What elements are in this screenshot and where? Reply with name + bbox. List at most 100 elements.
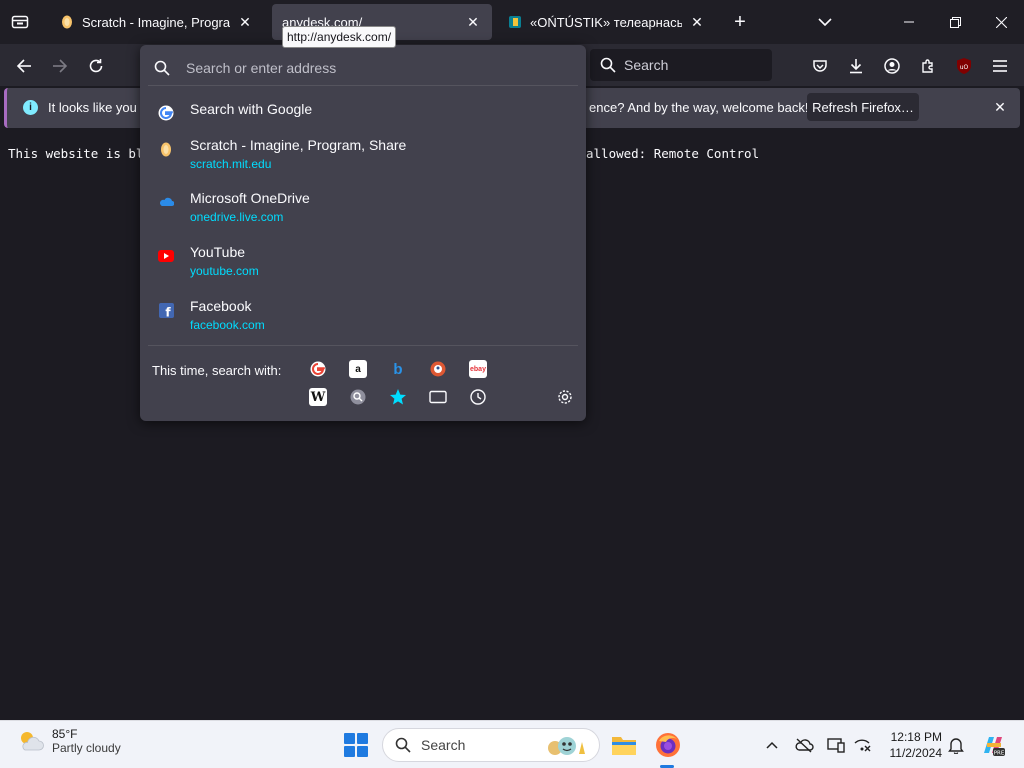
firefox-taskbar-button[interactable] xyxy=(652,729,684,761)
minimize-icon xyxy=(904,21,914,23)
tab-close-icon[interactable]: ✕ xyxy=(236,13,254,31)
extensions-button[interactable] xyxy=(914,52,942,80)
tab-title: «OŃTÚSTIK» телеарнасының ресми сайты xyxy=(530,14,682,30)
tab-close-icon[interactable]: ✕ xyxy=(464,13,482,31)
tabs-icon[interactable] xyxy=(429,388,447,406)
windows-logo-pane xyxy=(344,746,355,757)
address-input[interactable]: Search or enter address xyxy=(154,53,574,83)
history-icon[interactable] xyxy=(469,388,487,406)
forward-arrow-icon xyxy=(53,59,68,73)
new-tab-button[interactable]: + xyxy=(728,10,752,34)
restore-button[interactable] xyxy=(932,0,978,44)
bing-icon[interactable]: b xyxy=(389,360,407,378)
result-title: Scratch - Imagine, Program, Share xyxy=(190,137,407,153)
restore-icon xyxy=(949,16,961,28)
ublock-button[interactable]: uO xyxy=(950,52,978,80)
tab-scratch[interactable]: Scratch - Imagine, Program, Share ✕ xyxy=(50,4,264,40)
back-button[interactable] xyxy=(10,52,38,80)
result-url: facebook.com xyxy=(190,318,265,332)
facebook-icon: f xyxy=(158,302,174,318)
google-icon[interactable] xyxy=(309,360,327,378)
address-placeholder: Search or enter address xyxy=(186,60,337,76)
result-title: Microsoft OneDrive xyxy=(190,190,310,206)
partly-cloudy-icon xyxy=(21,732,44,751)
svg-text:PRE: PRE xyxy=(994,751,1005,757)
tab-ontustik[interactable]: «OŃTÚSTIK» телеарнасының ресми сайты ✕ xyxy=(498,4,716,40)
firefox-view-button[interactable] xyxy=(6,8,34,36)
result-facebook[interactable]: f Facebook facebook.com xyxy=(146,294,580,336)
blocked-message-start: This website is blo xyxy=(8,146,151,161)
app-menu-button[interactable] xyxy=(986,52,1014,80)
scratch-favicon-icon xyxy=(60,15,74,29)
blocked-message-end: allowed: Remote Control xyxy=(586,146,760,161)
toolbar-search-box[interactable]: Search xyxy=(590,49,772,81)
refresh-firefox-button[interactable]: Refresh Firefox… xyxy=(807,93,919,121)
onedrive-tray-button[interactable] xyxy=(794,735,814,755)
bookmarks-icon[interactable] xyxy=(389,388,407,406)
reload-button[interactable] xyxy=(82,52,110,80)
search-settings-gear-icon[interactable] xyxy=(556,388,574,406)
file-explorer-button[interactable] xyxy=(608,729,640,761)
divider xyxy=(148,345,578,346)
result-title: Facebook xyxy=(190,298,252,314)
tab-close-icon[interactable]: ✕ xyxy=(688,13,706,31)
copilot-icon: PRE xyxy=(984,737,1005,757)
ebay-icon[interactable]: ebay xyxy=(469,360,487,378)
notification-message-end: ence? And by the way, welcome back! xyxy=(589,100,809,115)
result-title: Search with Google xyxy=(190,101,313,117)
account-icon xyxy=(884,58,900,74)
pocket-button[interactable] xyxy=(806,52,834,80)
youtube-icon xyxy=(158,248,174,264)
monitor-icon xyxy=(827,738,845,753)
result-onedrive[interactable]: Microsoft OneDrive onedrive.live.com xyxy=(146,186,580,228)
result-youtube[interactable]: YouTube youtube.com xyxy=(146,240,580,282)
search-icon xyxy=(600,57,616,73)
downloads-button[interactable] xyxy=(842,52,870,80)
duckduckgo-icon[interactable] xyxy=(429,360,447,378)
amazon-icon[interactable]: a xyxy=(349,360,367,378)
network-icon xyxy=(854,739,871,752)
account-button[interactable] xyxy=(878,52,906,80)
hamburger-menu-icon xyxy=(993,60,1007,72)
forward-button[interactable] xyxy=(46,52,74,80)
cloud-offline-icon xyxy=(795,738,814,753)
result-scratch[interactable]: Scratch - Imagine, Program, Share scratc… xyxy=(146,133,580,175)
search-highlight-icon xyxy=(548,737,585,755)
wikipedia-icon[interactable]: W xyxy=(309,388,327,406)
network-tray-button[interactable] xyxy=(852,735,872,755)
result-url: onedrive.live.com xyxy=(190,210,284,224)
list-all-tabs-button[interactable] xyxy=(814,12,836,32)
clock[interactable]: 12:18 PM 11/2/2024 xyxy=(880,729,943,761)
show-hidden-icons-button[interactable] xyxy=(762,735,782,755)
toolbar-search-placeholder: Search xyxy=(624,57,669,73)
divider xyxy=(148,85,578,86)
tab-url-tooltip: http://anydesk.com/ xyxy=(282,26,397,48)
ublock-icon: uO xyxy=(957,58,971,74)
download-icon xyxy=(850,59,862,74)
chevron-down-icon xyxy=(818,18,832,26)
taskbar-search-box[interactable]: Search xyxy=(382,728,600,762)
display-tray-button[interactable] xyxy=(826,735,846,755)
start-button[interactable] xyxy=(344,733,368,757)
tab-title: Scratch - Imagine, Program, Share xyxy=(82,14,230,30)
svg-text:uO: uO xyxy=(960,64,969,71)
minimize-button[interactable] xyxy=(886,0,932,44)
urlbar-dropdown: Search or enter address Search with Goog… xyxy=(140,45,586,421)
taskbar-search-label: Search xyxy=(421,737,466,753)
copilot-button[interactable]: PRE xyxy=(980,732,1006,758)
notification-close-icon[interactable]: ✕ xyxy=(991,98,1009,116)
windows-logo-pane xyxy=(357,746,368,757)
scratch-favicon-icon xyxy=(158,141,174,157)
result-url: scratch.mit.edu xyxy=(190,157,272,171)
svg-text:f: f xyxy=(165,305,171,318)
search-engine-icon[interactable] xyxy=(349,388,367,406)
info-icon: i xyxy=(23,100,38,115)
close-window-button[interactable] xyxy=(978,0,1024,44)
windows-logo-icon xyxy=(344,733,355,744)
taskbar: 85°F Partly cloudy Search 12:18 PM 11/2/… xyxy=(0,720,1024,768)
result-search-google[interactable]: Search with Google xyxy=(146,97,580,121)
notifications-button[interactable] xyxy=(946,735,966,755)
close-icon xyxy=(995,16,1007,28)
plus-icon: + xyxy=(734,10,746,33)
weather-widget[interactable]: 85°F Partly cloudy xyxy=(16,727,121,755)
